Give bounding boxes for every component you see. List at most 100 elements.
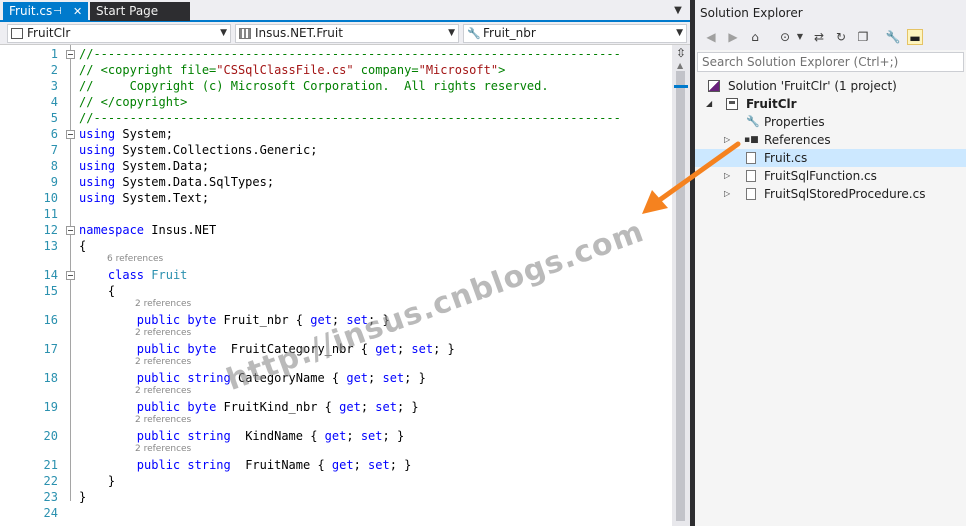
split-editor-icon[interactable]: ⇳: [675, 47, 687, 59]
line-number: 11: [43, 207, 58, 221]
code-text: {: [79, 239, 87, 253]
codelens-references[interactable]: 2 references: [135, 415, 191, 425]
csharp-project-icon: [11, 28, 23, 39]
scroll-up-icon[interactable]: ▲: [677, 61, 683, 70]
expanded-triangle-icon[interactable]: ◢: [706, 95, 716, 113]
line-number: 17: [43, 342, 58, 356]
forward-icon[interactable]: ▶: [725, 29, 741, 45]
code-line[interactable]: 10 using System.Text;: [0, 190, 672, 206]
pin-icon[interactable]: ⊣: [53, 2, 62, 21]
navigation-bar: FruitClr ▼ Insus.NET.Fruit ▼ 🔧 Fruit_nbr…: [0, 22, 690, 45]
tree-node-label: References: [764, 133, 831, 147]
line-number: 14: [43, 268, 58, 282]
line-number: 15: [43, 284, 58, 298]
solution-search-input[interactable]: Search Solution Explorer (Ctrl+;): [697, 52, 964, 72]
line-number: 12: [43, 223, 58, 237]
tree-node-label: FruitSqlFunction.cs: [764, 169, 877, 183]
line-number: 5: [50, 111, 58, 125]
chevron-down-icon: ▼: [448, 28, 455, 38]
chevron-down-icon[interactable]: ▼: [670, 3, 686, 19]
code-line[interactable]: 3 // Copyright (c) Microsoft Corporation.…: [0, 78, 672, 94]
close-icon[interactable]: ✕: [73, 2, 82, 21]
line-number: 20: [43, 429, 58, 443]
line-number: 13: [43, 239, 58, 253]
code-line[interactable]: 6 using System;: [0, 126, 672, 142]
code-text: using System.Data;: [79, 159, 210, 173]
tab-label: Fruit.cs: [9, 4, 53, 18]
code-line[interactable]: 15 {: [0, 283, 672, 299]
line-number: 4: [50, 95, 58, 109]
code-text: // </copyright>: [79, 95, 188, 109]
line-number: 8: [50, 159, 58, 173]
codelens-references[interactable]: 2 references: [135, 386, 191, 396]
tree-node-properties[interactable]: 🔧 Properties: [695, 113, 966, 131]
tree-node-project[interactable]: ◢ FruitClr: [695, 95, 966, 113]
code-line[interactable]: 1 //-------------------------------------…: [0, 46, 672, 62]
code-editor[interactable]: 1 //-------------------------------------…: [0, 45, 672, 526]
project-dropdown[interactable]: FruitClr ▼: [7, 24, 231, 43]
tab-fruit-cs[interactable]: Fruit.cs ⊣ ✕: [3, 2, 88, 21]
codelens-references[interactable]: 2 references: [135, 444, 191, 454]
tree-node-solution[interactable]: Solution 'FruitClr' (1 project): [695, 77, 966, 95]
line-number: 18: [43, 371, 58, 385]
code-line[interactable]: 2 // <copyright file="CSSqlClassFile.cs" …: [0, 62, 672, 78]
line-number: 1: [50, 47, 58, 61]
collapse-outline-icon[interactable]: [66, 271, 75, 280]
collapse-outline-icon[interactable]: [66, 130, 75, 139]
scrollbar-thumb[interactable]: [676, 71, 685, 521]
preview-selected-icon[interactable]: ▬: [907, 29, 923, 45]
code-line[interactable]: 21 public string FruitName { get; set; }: [0, 457, 672, 473]
code-line[interactable]: 12 namespace Insus.NET: [0, 222, 672, 238]
document-tab-strip: Fruit.cs ⊣ ✕ Start Page ▼: [0, 0, 690, 22]
vertical-scrollbar[interactable]: ⇳ ▲: [672, 45, 690, 526]
codelens-references[interactable]: 2 references: [135, 357, 191, 367]
code-line[interactable]: 7 using System.Collections.Generic;: [0, 142, 672, 158]
codelens-references[interactable]: 6 references: [107, 254, 163, 264]
code-text: // <copyright file="CSSqlClassFile.cs" c…: [79, 63, 506, 77]
line-number: 9: [50, 175, 58, 189]
code-line[interactable]: 9 using System.Data.SqlTypes;: [0, 174, 672, 190]
code-line[interactable]: 19 public byte FruitKind_nbr { get; set;…: [0, 399, 672, 415]
code-text: using System;: [79, 127, 173, 141]
code-line[interactable]: 11: [0, 206, 672, 222]
code-text: using System.Data.SqlTypes;: [79, 175, 275, 189]
pending-changes-filter-icon[interactable]: ⊙: [777, 29, 793, 45]
back-icon[interactable]: ◀: [703, 29, 719, 45]
code-line[interactable]: 20 public string KindName { get; set; }: [0, 428, 672, 444]
line-number: 24: [43, 506, 58, 520]
line-number: 19: [43, 400, 58, 414]
tab-start-page[interactable]: Start Page: [90, 2, 190, 21]
class-icon: [239, 28, 251, 39]
home-icon[interactable]: ⌂: [747, 29, 763, 45]
member-dropdown[interactable]: 🔧 Fruit_nbr ▼: [463, 24, 687, 43]
tree-node-label: FruitClr: [746, 97, 797, 111]
chevron-down-icon: ▼: [676, 28, 683, 38]
codelens-references[interactable]: 2 references: [135, 299, 191, 309]
code-text: public string KindName { get; set; }: [136, 429, 405, 443]
chevron-down-icon[interactable]: ▼: [792, 29, 808, 45]
line-number: 6: [50, 127, 58, 141]
codelens-references[interactable]: 2 references: [135, 328, 191, 338]
code-line[interactable]: 8 using System.Data;: [0, 158, 672, 174]
code-line[interactable]: 23}: [0, 489, 672, 505]
code-line[interactable]: 22 }: [0, 473, 672, 489]
code-text: {: [79, 284, 116, 298]
code-line[interactable]: 5 //-------------------------------------…: [0, 110, 672, 126]
property-icon: 🔧: [467, 27, 481, 40]
collapse-outline-icon[interactable]: [66, 226, 75, 235]
code-line[interactable]: 24: [0, 505, 672, 521]
solution-explorer-title: Solution Explorer: [695, 0, 966, 26]
tree-node-label: Solution 'FruitClr' (1 project): [728, 79, 897, 93]
code-line[interactable]: 18 public string CategoryName { get; set…: [0, 370, 672, 386]
sync-icon[interactable]: ⇄: [811, 29, 827, 45]
code-line[interactable]: 4 // </copyright>: [0, 94, 672, 110]
type-dropdown[interactable]: Insus.NET.Fruit ▼: [235, 24, 459, 43]
code-text: public byte FruitKind_nbr { get; set; }: [136, 400, 419, 414]
refresh-icon[interactable]: ↻: [833, 29, 849, 45]
chevron-down-icon: ▼: [220, 28, 227, 38]
collapse-all-icon[interactable]: ❐: [855, 29, 871, 45]
line-number: 21: [43, 458, 58, 472]
properties-wrench-icon[interactable]: 🔧: [885, 29, 901, 45]
collapse-outline-icon[interactable]: [66, 50, 75, 59]
code-text: //--------------------------------------…: [79, 47, 621, 61]
